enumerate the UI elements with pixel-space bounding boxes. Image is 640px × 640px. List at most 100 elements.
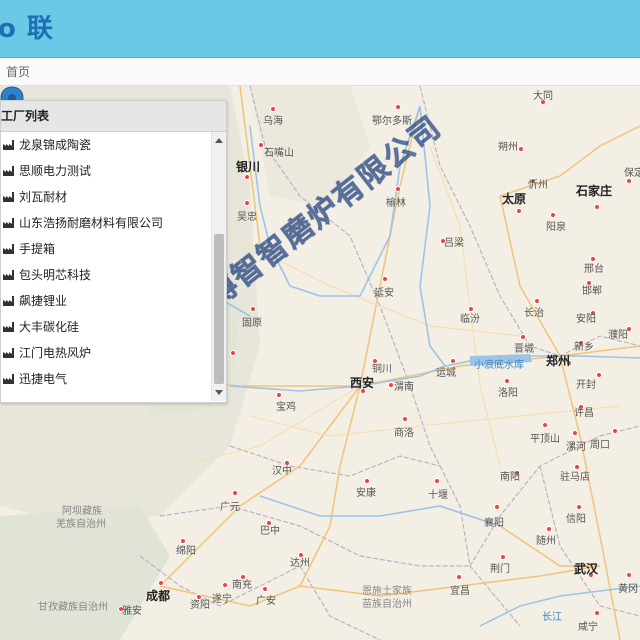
city-dot xyxy=(230,350,236,356)
city-dot xyxy=(382,276,388,282)
factory-icon xyxy=(3,348,14,358)
factory-item[interactable]: 思顺电力测试 xyxy=(1,158,211,184)
city-label: 咸宁 xyxy=(578,622,598,633)
city-dot xyxy=(596,372,602,378)
factory-item[interactable]: 龙泉锦成陶瓷 xyxy=(1,132,211,158)
scroll-up-icon[interactable] xyxy=(215,138,223,143)
factory-item-label: 手提箱 xyxy=(19,242,56,256)
city-label: 临汾 xyxy=(460,314,480,325)
city-label: 十堰 xyxy=(428,490,448,501)
city-label: 遂宁 xyxy=(212,594,232,605)
factory-item-label: 思顺电力测试 xyxy=(19,164,92,178)
river-label: 长江 xyxy=(542,612,562,623)
city-dot xyxy=(402,416,408,422)
city-label: 阳泉 xyxy=(546,222,566,233)
breadcrumb-home[interactable]: 首页 xyxy=(6,63,30,80)
factory-icon xyxy=(3,374,14,384)
city-label: 绵阳 xyxy=(176,546,196,557)
factory-icon xyxy=(3,140,14,150)
city-label: 许昌 xyxy=(574,408,594,419)
city-label: 长治 xyxy=(524,308,544,319)
scroll-down-icon[interactable] xyxy=(215,390,223,395)
app-header: o 联 xyxy=(0,0,640,58)
city-label: 宝鸡 xyxy=(276,402,296,413)
factory-list-panel: 工厂列表 龙泉锦成陶瓷 思顺电力测试 刘瓦耐材 山东浩扬耐磨材料有限公司 手提箱… xyxy=(0,100,227,403)
city-label: 西安 xyxy=(350,376,375,390)
breadcrumb: 首页 xyxy=(0,58,640,86)
city-label: 榆林 xyxy=(386,198,406,209)
city-label: 平顶山 xyxy=(530,434,560,445)
city-label: 延安 xyxy=(374,288,394,299)
factory-item-label: 包头明芯科技 xyxy=(19,268,92,282)
city-label: 大同 xyxy=(533,91,553,102)
city-label: 忻州 xyxy=(528,180,548,191)
factory-icon xyxy=(3,244,14,254)
city-label: 宜昌 xyxy=(450,586,470,597)
factory-icon xyxy=(3,192,14,202)
region-label: 甘孜藏族自治州 xyxy=(38,602,108,613)
city-dot xyxy=(395,186,401,192)
city-label: 濮阳 xyxy=(608,330,628,341)
factory-item-label: 飙捷锂业 xyxy=(19,294,68,308)
factory-item[interactable]: 包头明芯科技 xyxy=(1,262,211,288)
city-label: 郑州 xyxy=(546,354,571,368)
city-label: 汉中 xyxy=(272,466,292,477)
city-label: 南充 xyxy=(232,580,252,591)
factory-item-label: 大丰碳化硅 xyxy=(19,320,80,334)
factory-icon xyxy=(3,322,14,332)
city-dot xyxy=(244,200,250,206)
city-label: 广元 xyxy=(220,502,240,513)
city-label: 吕梁 xyxy=(444,238,464,249)
factory-item[interactable]: 飙捷锂业 xyxy=(1,288,211,314)
panel-title: 工厂列表 xyxy=(1,101,226,132)
app-logo: o 联 xyxy=(0,14,54,44)
city-label: 新乡 xyxy=(574,342,594,353)
city-dot xyxy=(494,504,500,510)
city-label: 运城 xyxy=(436,368,456,379)
factory-icon xyxy=(3,166,14,176)
factory-list: 龙泉锦成陶瓷 思顺电力测试 刘瓦耐材 山东浩扬耐磨材料有限公司 手提箱 包头明芯… xyxy=(1,132,211,401)
factory-item[interactable]: 山东浩扬耐磨材料有限公司 xyxy=(1,210,211,236)
city-label: 资阳 xyxy=(190,600,210,611)
factory-item-label: 江门电热风炉 xyxy=(19,346,92,360)
city-dot xyxy=(626,572,632,578)
scrollbar-thumb[interactable] xyxy=(214,234,224,384)
factory-item[interactable]: 大丰碳化硅 xyxy=(1,314,211,340)
factory-item-label: 龙泉锦成陶瓷 xyxy=(19,138,92,152)
city-label: 朔州 xyxy=(498,142,518,153)
city-label: 巴中 xyxy=(260,526,280,537)
city-label: 银川 xyxy=(236,160,261,174)
city-label: 雅安 xyxy=(122,606,142,617)
city-label: 达州 xyxy=(290,558,310,569)
city-label: 襄阳 xyxy=(484,518,504,529)
city-label: 晋城 xyxy=(514,344,534,355)
city-label: 漯河 xyxy=(566,442,586,453)
factory-item[interactable]: 江门电热风炉 xyxy=(1,340,211,366)
city-label: 乌海 xyxy=(263,116,283,127)
city-dot xyxy=(158,580,164,586)
city-label: 黄冈 xyxy=(618,584,638,595)
city-dot xyxy=(612,428,618,434)
city-label: 固原 xyxy=(242,318,262,329)
factory-item[interactable]: 手提箱 xyxy=(1,236,211,262)
factory-item[interactable]: 迅捷电气 xyxy=(1,366,211,392)
city-label: 洛阳 xyxy=(498,388,518,399)
city-label: 保定 xyxy=(624,168,640,179)
city-label: 安康 xyxy=(356,488,376,499)
city-label: 铜川 xyxy=(372,364,392,375)
factory-item-label: 山东浩扬耐磨材料有限公司 xyxy=(19,216,164,230)
city-label: 信阳 xyxy=(566,514,586,525)
city-label: 南阳 xyxy=(500,472,520,483)
factory-item[interactable]: 刘瓦耐材 xyxy=(1,184,211,210)
factory-icon xyxy=(3,296,14,306)
city-label: 成都 xyxy=(146,589,171,603)
city-label: 随州 xyxy=(536,536,556,547)
city-dot xyxy=(594,204,600,210)
region-label: 羌族自治州 xyxy=(56,519,106,530)
list-scrollbar[interactable] xyxy=(211,132,226,401)
city-dot xyxy=(542,422,548,428)
city-dot xyxy=(222,582,228,588)
city-dot xyxy=(434,478,440,484)
city-dot xyxy=(572,430,578,436)
city-label: 广安 xyxy=(256,596,276,607)
